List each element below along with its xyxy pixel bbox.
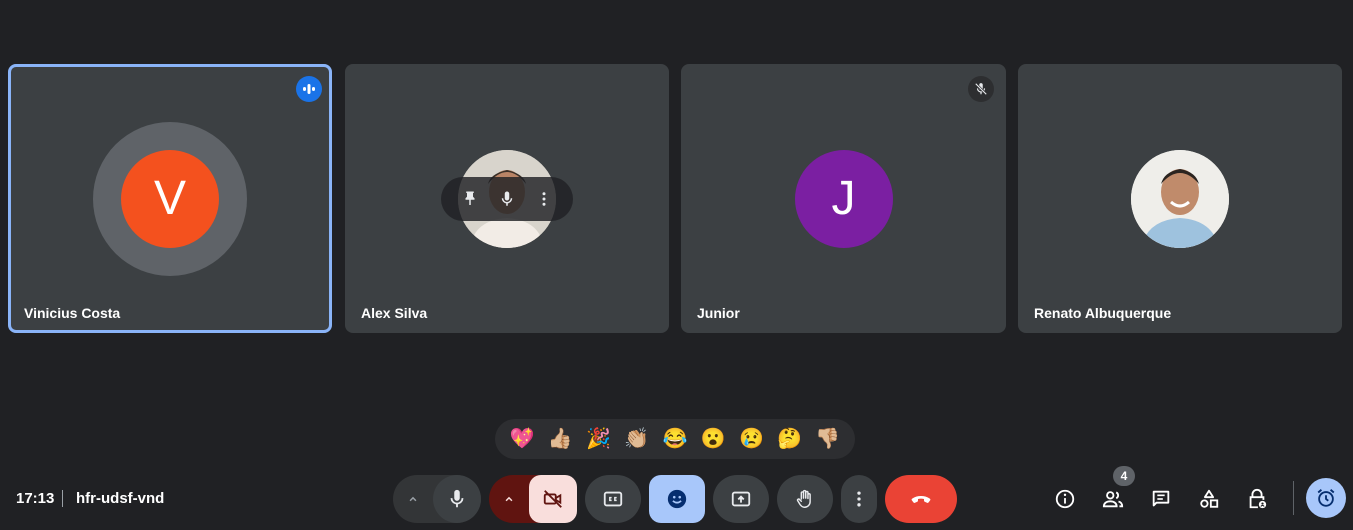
chat-icon <box>1152 490 1170 507</box>
participant-tile-junior[interactable]: J Junior <box>681 64 1006 333</box>
participant-name: Renato Albuquerque <box>1034 305 1172 321</box>
alarm-icon <box>1317 489 1335 507</box>
footer-divider <box>1293 481 1294 515</box>
emoji-icon <box>667 489 687 509</box>
more-vert-icon[interactable] <box>526 181 562 217</box>
participant-name: Vinicius Costa <box>24 305 121 321</box>
host-controls-button[interactable] <box>1244 486 1270 512</box>
present-screen-icon <box>731 491 751 507</box>
activities-button[interactable] <box>1196 486 1222 512</box>
camera-off-icon <box>543 490 562 508</box>
avatar-initial: V <box>153 172 186 225</box>
reaction-sparkling-heart[interactable]: 💖 <box>510 429 535 449</box>
shapes-icon <box>1200 489 1219 508</box>
mic-icon[interactable] <box>489 181 525 217</box>
mic-off-icon <box>968 76 994 102</box>
footer-separator <box>62 490 63 507</box>
participant-tile-vinicius[interactable]: V Vinicius Costa <box>8 64 332 333</box>
timer-button[interactable] <box>1306 478 1346 518</box>
meeting-clock: 17:13 <box>16 490 55 507</box>
reaction-thinking[interactable]: 🤔 <box>777 429 802 449</box>
pin-icon[interactable] <box>452 181 488 217</box>
participant-tile-renato[interactable]: Renato Albuquerque <box>1018 64 1342 333</box>
participant-name: Junior <box>697 305 740 321</box>
avatar-initial: J <box>831 172 856 225</box>
reactions-bar: 💖 👍🏼 🎉 👏🏼 😂 😮 😢 🤔 👎🏼 <box>495 419 855 459</box>
raise-hand-button[interactable] <box>777 475 833 523</box>
reaction-tears-of-joy[interactable]: 😂 <box>663 429 688 449</box>
reaction-clapping[interactable]: 👏🏼 <box>624 429 649 449</box>
reactions-button[interactable] <box>649 475 705 523</box>
people-icon <box>1102 491 1124 508</box>
present-button[interactable] <box>713 475 769 523</box>
speaking-indicator-icon <box>296 76 322 102</box>
more-options-button[interactable] <box>841 475 877 523</box>
participant-tile-alex[interactable]: Alex Silva <box>345 64 669 333</box>
end-call-button[interactable] <box>885 475 957 523</box>
avatar-photo <box>1131 149 1229 248</box>
people-count-badge: 4 <box>1113 466 1135 486</box>
info-icon <box>1055 489 1075 509</box>
captions-button[interactable] <box>585 475 641 523</box>
reaction-crying[interactable]: 😢 <box>739 429 764 449</box>
reaction-party-popper[interactable]: 🎉 <box>586 429 611 449</box>
avatar: V <box>121 149 219 248</box>
mic-button[interactable] <box>433 475 481 523</box>
hand-icon <box>796 489 811 508</box>
chevron-up-icon[interactable] <box>489 492 529 506</box>
chat-button[interactable] <box>1148 486 1174 512</box>
info-button[interactable] <box>1052 486 1078 512</box>
tile-hover-controls <box>441 177 573 221</box>
mic-icon <box>450 489 464 508</box>
end-call-icon <box>911 496 931 503</box>
more-vert-icon <box>857 491 861 507</box>
avatar: J <box>794 149 893 248</box>
reaction-thumbs-up[interactable]: 👍🏼 <box>548 429 573 449</box>
reaction-surprised[interactable]: 😮 <box>701 429 726 449</box>
camera-button[interactable] <box>529 475 577 523</box>
camera-control-group <box>489 475 577 523</box>
closed-captions-icon <box>603 491 623 507</box>
mic-control-group <box>393 475 481 523</box>
participant-name: Alex Silva <box>361 305 428 321</box>
lock-person-icon <box>1249 488 1267 509</box>
meeting-code: hfr-udsf-vnd <box>76 490 165 507</box>
reaction-thumbs-down[interactable]: 👎🏼 <box>815 429 840 449</box>
people-button[interactable] <box>1100 486 1126 512</box>
chevron-up-icon[interactable] <box>393 492 433 506</box>
